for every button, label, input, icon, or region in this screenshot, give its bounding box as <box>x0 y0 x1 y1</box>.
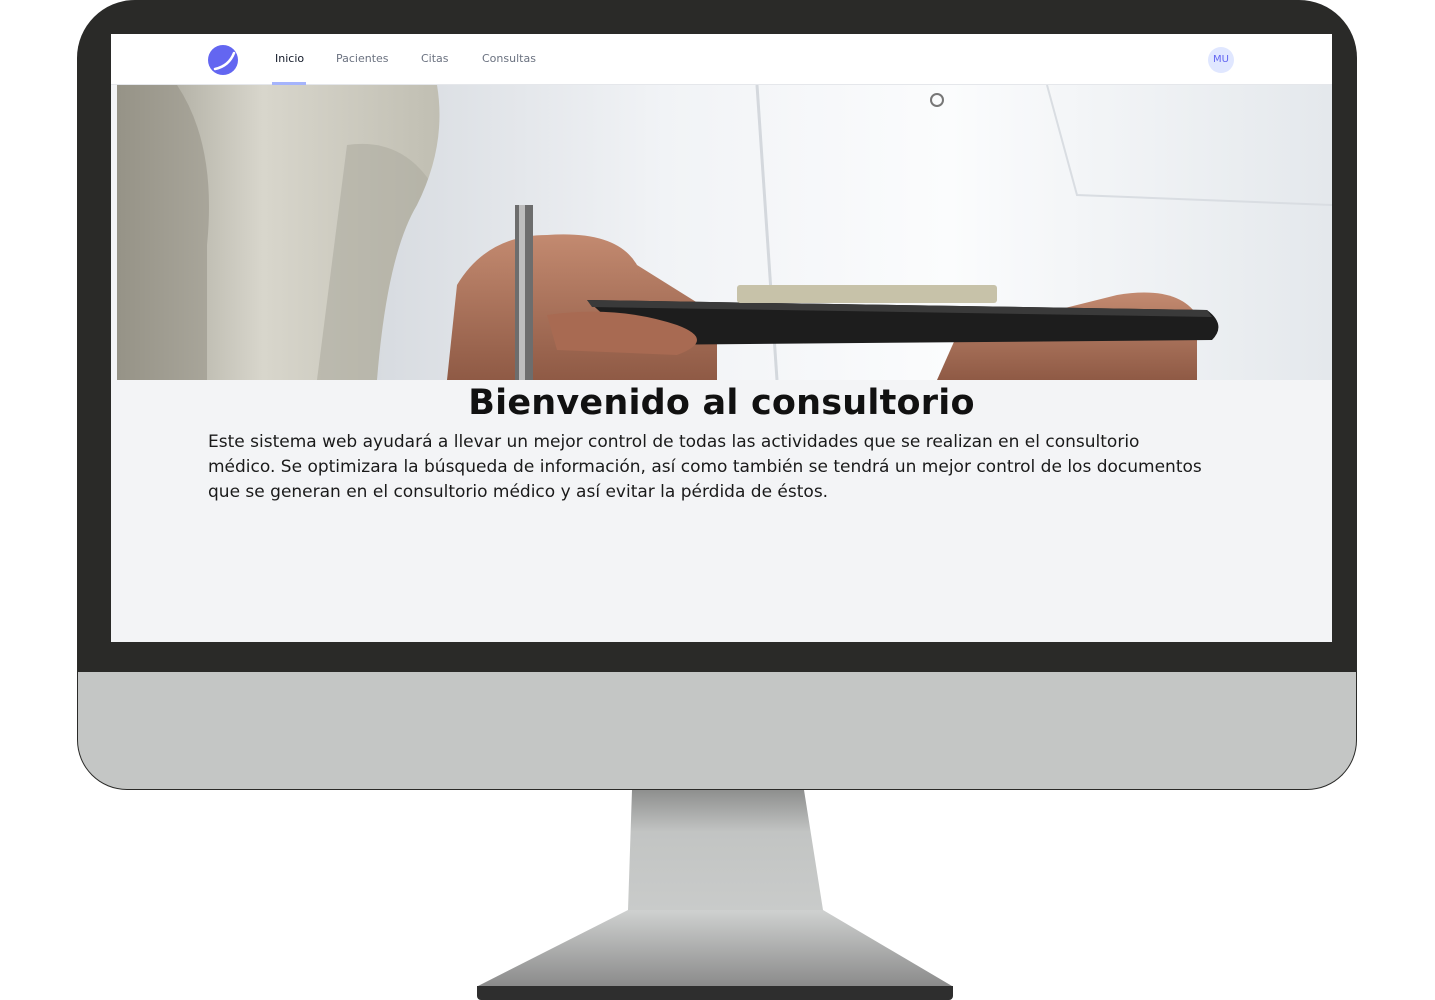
monitor-foot <box>477 986 953 1000</box>
screen: Inicio Pacientes Citas Consultas MU Bien… <box>111 34 1332 642</box>
nav-link-inicio[interactable]: Inicio <box>275 52 304 65</box>
nav-link-pacientes[interactable]: Pacientes <box>336 52 389 65</box>
nav-link-consultas[interactable]: Consultas <box>482 52 536 65</box>
user-avatar[interactable]: MU <box>1208 47 1234 73</box>
top-navbar: Inicio Pacientes Citas Consultas MU <box>111 34 1332 85</box>
nav-link-citas[interactable]: Citas <box>421 52 449 65</box>
monitor-stand <box>478 790 952 986</box>
hero-image <box>117 85 1332 380</box>
welcome-description: Este sistema web ayudará a llevar un mej… <box>208 432 1202 502</box>
logo-icon[interactable] <box>207 44 239 76</box>
page-title: Bienvenido al consultorio <box>468 383 975 423</box>
monitor-chin <box>77 672 1357 790</box>
